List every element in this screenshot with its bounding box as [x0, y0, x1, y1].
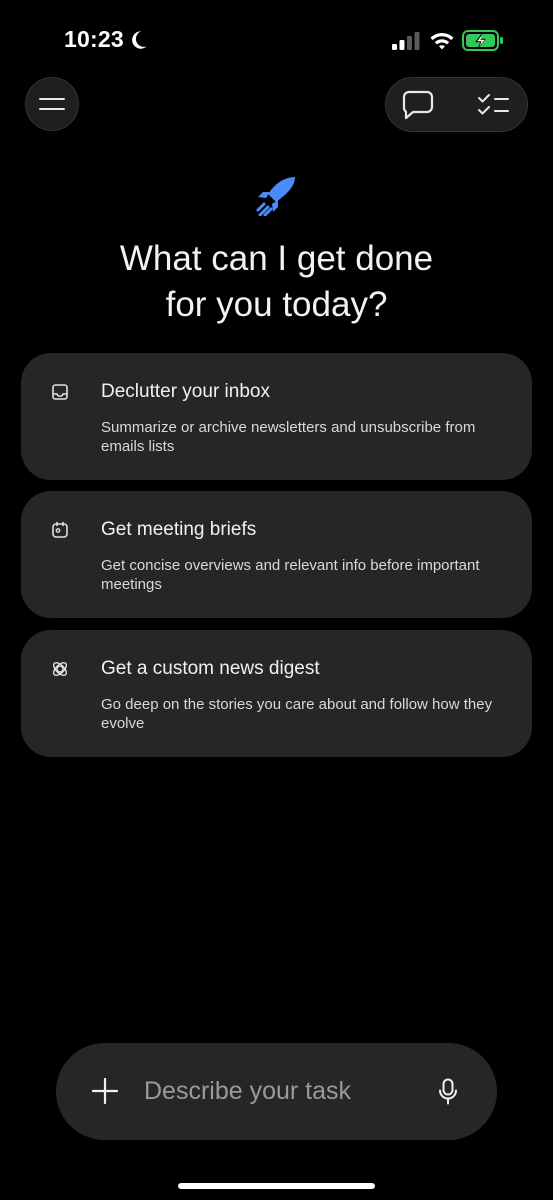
card-description: Go deep on the stories you care about an… [101, 696, 493, 732]
home-indicator [178, 1183, 375, 1189]
plus-icon [92, 1078, 118, 1104]
menu-icon [39, 98, 65, 110]
status-time: 10:23 [64, 26, 124, 52]
card-title: Get a custom news digest [101, 658, 320, 679]
suggestion-card-news-digest[interactable]: Get a custom news digest Go deep on the … [21, 630, 532, 757]
add-button[interactable] [90, 1076, 120, 1106]
mic-icon [439, 1078, 457, 1105]
chat-button[interactable] [394, 83, 442, 127]
tasks-icon [478, 94, 509, 115]
suggestion-card-meeting-briefs[interactable]: Get meeting briefs Get concise overviews… [21, 491, 532, 618]
wifi-icon [430, 33, 454, 50]
news-icon [52, 661, 68, 677]
card-title: Declutter your inbox [101, 381, 270, 402]
card-description: Get concise overviews and relevant info … [101, 557, 480, 593]
suggestion-card-declutter-inbox[interactable]: Declutter your inbox Summarize or archiv… [21, 353, 532, 480]
top-right-actions [385, 77, 528, 132]
status-bar: 10:23 [0, 0, 553, 80]
page-headline: What can I get done for you today? [0, 236, 553, 328]
inbox-icon [52, 384, 68, 400]
moon-icon [132, 31, 147, 49]
card-description: Summarize or archive newsletters and uns… [101, 419, 476, 455]
headline-line-1: What can I get done [119, 239, 434, 278]
task-composer [56, 1043, 497, 1140]
tasks-button[interactable] [470, 83, 518, 127]
rocket-icon [256, 177, 295, 216]
task-input[interactable] [144, 1073, 424, 1109]
menu-button[interactable] [25, 77, 79, 131]
headline-line-2: for you today? [165, 285, 388, 324]
mic-button[interactable] [434, 1077, 462, 1107]
chat-icon [402, 90, 434, 120]
battery-charging-icon [462, 30, 503, 51]
card-title: Get meeting briefs [101, 519, 257, 540]
signal-icon [392, 32, 420, 50]
calendar-icon [52, 521, 68, 538]
